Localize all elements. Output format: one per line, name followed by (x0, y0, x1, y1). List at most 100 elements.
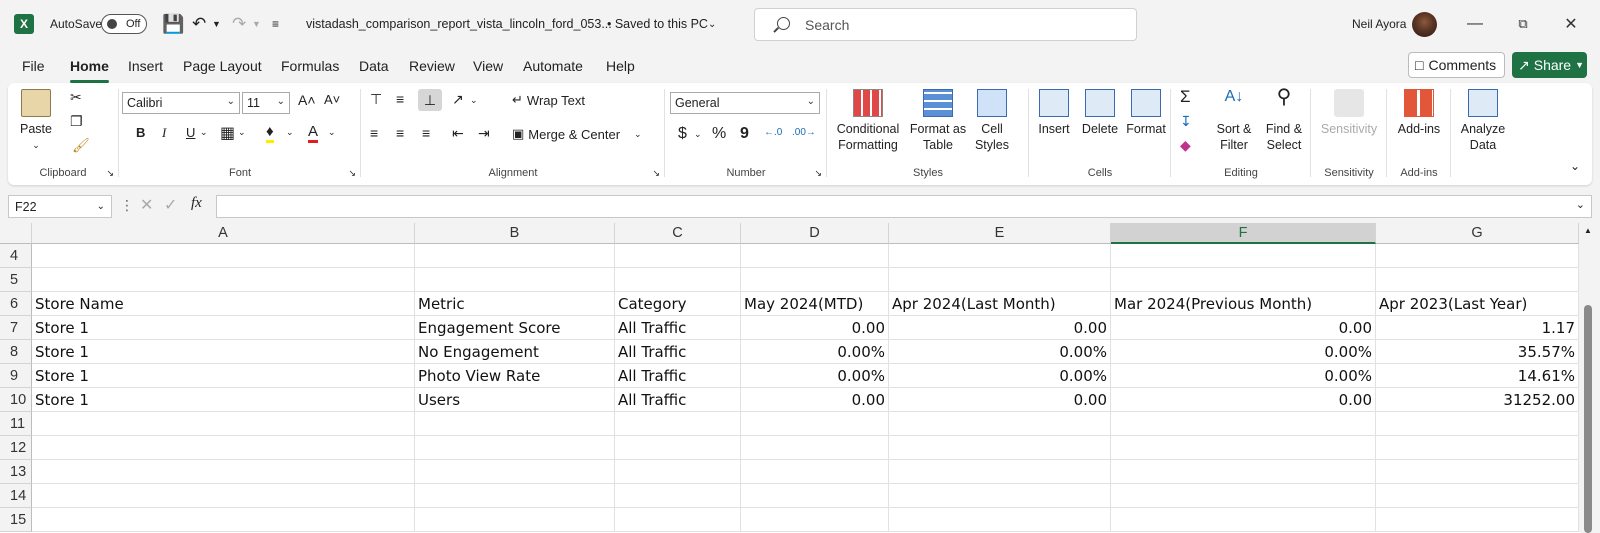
font-name-select[interactable]: Calibri ⌄ (122, 92, 240, 114)
cell[interactable] (615, 412, 741, 436)
cell[interactable] (415, 484, 615, 508)
row-header[interactable]: 7 (0, 316, 32, 340)
cell[interactable]: Metric (415, 292, 615, 316)
row-header[interactable]: 6 (0, 292, 32, 316)
cell[interactable] (889, 244, 1111, 268)
column-header-e[interactable]: E (889, 223, 1111, 244)
cell[interactable] (1376, 508, 1579, 532)
borders-icon[interactable]: ▦ (220, 123, 235, 143)
collapse-ribbon-icon[interactable]: ⌄ (1570, 159, 1580, 173)
dialog-launcher-icon[interactable]: ↘ (652, 168, 660, 179)
cell[interactable] (889, 460, 1111, 484)
menu-data[interactable]: Data (359, 58, 389, 74)
cell[interactable]: Store 1 (32, 364, 415, 388)
save-icon[interactable]: 💾 (162, 0, 184, 48)
cell[interactable] (1376, 484, 1579, 508)
row-header[interactable]: 14 (0, 484, 32, 508)
cell[interactable]: 0.00% (741, 340, 889, 364)
currency-button[interactable]: $ (678, 125, 687, 143)
increase-indent-icon[interactable]: ⇥ (478, 125, 490, 142)
formula-input[interactable]: ⌄ (216, 195, 1592, 218)
avatar[interactable] (1412, 12, 1437, 37)
bold-button[interactable]: B (136, 125, 145, 140)
comma-button[interactable]: 9 (740, 125, 749, 143)
menu-home[interactable]: Home (70, 58, 109, 83)
cell[interactable]: All Traffic (615, 340, 741, 364)
increase-font-icon[interactable]: A˄ (298, 92, 316, 108)
cell[interactable] (615, 436, 741, 460)
cell[interactable] (1111, 508, 1376, 532)
cell[interactable] (32, 484, 415, 508)
cell[interactable] (889, 268, 1111, 292)
chevron-down-icon[interactable]: ⌄ (286, 127, 294, 138)
column-header-f[interactable]: F (1111, 223, 1376, 244)
menu-automate[interactable]: Automate (523, 58, 583, 74)
cell[interactable] (32, 268, 415, 292)
cell[interactable]: 0.00 (741, 388, 889, 412)
row-header[interactable]: 15 (0, 508, 32, 532)
increase-decimal-icon[interactable]: ←.0 (764, 127, 782, 138)
cell[interactable]: 0.00 (1111, 316, 1376, 340)
cell[interactable] (741, 412, 889, 436)
cell[interactable] (741, 244, 889, 268)
addins-button[interactable]: Add-ins (1392, 89, 1446, 137)
cell[interactable] (1111, 268, 1376, 292)
dialog-launcher-icon[interactable]: ↘ (814, 168, 822, 179)
undo-dropdown-icon[interactable]: ▼ (212, 0, 221, 48)
cell[interactable]: Mar 2024(Previous Month) (1111, 292, 1376, 316)
cell[interactable] (1376, 268, 1579, 292)
share-button[interactable]: ↗ Share ▼ (1512, 52, 1587, 78)
menu-review[interactable]: Review (409, 58, 455, 74)
customize-toolbar-icon[interactable]: ≡ (272, 0, 279, 48)
cell[interactable]: Store 1 (32, 340, 415, 364)
cell[interactable]: May 2024(MTD) (741, 292, 889, 316)
cell[interactable]: Apr 2023(Last Year) (1376, 292, 1579, 316)
insert-cells-button[interactable]: Insert (1032, 89, 1076, 137)
chevron-down-icon[interactable]: ⌄ (708, 0, 716, 48)
cancel-icon[interactable]: ✕ (140, 195, 153, 215)
redo-icon[interactable]: ↷ (232, 0, 246, 48)
cell[interactable] (615, 268, 741, 292)
number-format-select[interactable]: General ⌄ (670, 92, 820, 114)
fill-color-icon[interactable]: ♦ (266, 123, 274, 143)
cell[interactable]: 0.00 (741, 316, 889, 340)
italic-button[interactable]: I (162, 125, 166, 141)
cell[interactable]: 31252.00 (1376, 388, 1579, 412)
cell[interactable] (889, 436, 1111, 460)
more-options-icon[interactable]: ⋮ (120, 197, 134, 214)
cell[interactable]: Store Name (32, 292, 415, 316)
decrease-decimal-icon[interactable]: .00→ (792, 127, 816, 138)
comments-button[interactable]: □ Comments (1408, 52, 1505, 78)
row-header[interactable]: 10 (0, 388, 32, 412)
decrease-font-icon[interactable]: A˅ (324, 92, 340, 107)
cell[interactable] (741, 268, 889, 292)
cell[interactable]: 0.00% (889, 364, 1111, 388)
cell[interactable] (741, 460, 889, 484)
cell[interactable]: All Traffic (615, 388, 741, 412)
menu-file[interactable]: File (22, 58, 45, 74)
chevron-down-icon[interactable]: ⌄ (694, 129, 702, 140)
sensitivity-button[interactable]: Sensitivity (1316, 89, 1382, 137)
align-top-icon[interactable]: ⊤ (370, 91, 382, 108)
cell[interactable]: Store 1 (32, 316, 415, 340)
restore-icon[interactable]: ⧉ (1499, 0, 1547, 48)
cell[interactable]: 0.00% (889, 340, 1111, 364)
save-status[interactable]: • Saved to this PC (607, 0, 708, 48)
underline-button[interactable]: U (186, 125, 195, 140)
fill-icon[interactable]: ↧ (1180, 113, 1192, 130)
row-header[interactable]: 4 (0, 244, 32, 268)
align-left-icon[interactable]: ≡ (370, 125, 378, 141)
cell[interactable] (615, 508, 741, 532)
orientation-icon[interactable]: ↗ (452, 91, 464, 108)
align-bottom-icon[interactable]: ⊥ (418, 89, 442, 111)
merge-center-button[interactable]: ▣ Merge & Center (512, 126, 620, 142)
cell[interactable] (1111, 460, 1376, 484)
paste-button[interactable]: Paste ⌄ (20, 89, 52, 153)
cell[interactable] (415, 436, 615, 460)
column-header-d[interactable]: D (741, 223, 889, 244)
cell[interactable]: 0.00% (1111, 340, 1376, 364)
menu-formulas[interactable]: Formulas (281, 58, 339, 74)
cell[interactable] (415, 268, 615, 292)
cell[interactable] (889, 484, 1111, 508)
cell[interactable] (1376, 436, 1579, 460)
